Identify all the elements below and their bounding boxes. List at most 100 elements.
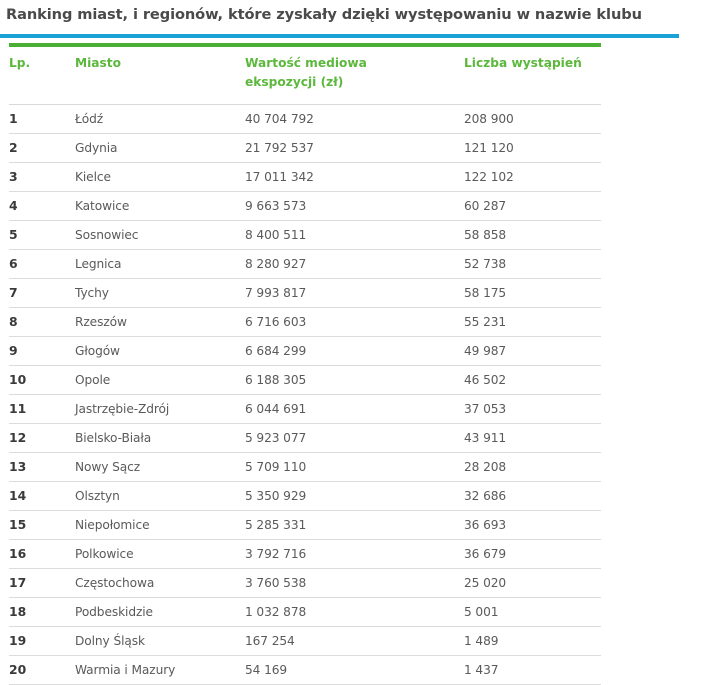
table-row: 6 Legnica 8 280 927 52 738 (9, 250, 601, 279)
rank-cell: 16 (9, 546, 27, 561)
header-count: Liczba wystąpień (464, 56, 582, 70)
table-row: 11 Jastrzębie-Zdrój 6 044 691 37 053 (9, 395, 601, 424)
value-cell: 3 760 538 (245, 576, 307, 590)
value-cell: 167 254 (245, 634, 295, 648)
rank-cell: 4 (9, 198, 18, 213)
value-cell: 5 709 110 (245, 460, 307, 474)
rank-cell: 8 (9, 314, 18, 329)
page-title: Ranking miast, i regionów, które zyskały… (6, 6, 642, 23)
city-cell: Głogów (75, 344, 120, 358)
count-cell: 46 502 (464, 373, 507, 387)
city-cell: Podbeskidzie (75, 605, 153, 619)
value-cell: 5 285 331 (245, 518, 307, 532)
count-cell: 208 900 (464, 112, 514, 126)
count-cell: 55 231 (464, 315, 507, 329)
table-row: 18 Podbeskidzie 1 032 878 5 001 (9, 598, 601, 627)
value-cell: 5 923 077 (245, 431, 307, 445)
rank-cell: 20 (9, 662, 27, 677)
table-header: Lp. Miasto Wartość mediowa ekspozycji (z… (9, 47, 601, 105)
table-row: 20 Warmia i Mazury 54 169 1 437 (9, 656, 601, 685)
rank-cell: 12 (9, 430, 27, 445)
rank-cell: 2 (9, 140, 18, 155)
city-cell: Katowice (75, 199, 130, 213)
city-cell: Nowy Sącz (75, 460, 141, 474)
count-cell: 36 679 (464, 547, 507, 561)
count-cell: 121 120 (464, 141, 514, 155)
header-value-line2: ekspozycji (zł) (245, 75, 344, 89)
rank-cell: 17 (9, 575, 27, 590)
table-row: 8 Rzeszów 6 716 603 55 231 (9, 308, 601, 337)
city-cell: Tychy (75, 286, 109, 300)
count-cell: 37 053 (464, 402, 507, 416)
table-row: 2 Gdynia 21 792 537 121 120 (9, 134, 601, 163)
city-cell: Niepołomice (75, 518, 150, 532)
city-cell: Opole (75, 373, 111, 387)
table-row: 9 Głogów 6 684 299 49 987 (9, 337, 601, 366)
table-row: 3 Kielce 17 011 342 122 102 (9, 163, 601, 192)
table-row: 7 Tychy 7 993 817 58 175 (9, 279, 601, 308)
value-cell: 3 792 716 (245, 547, 307, 561)
rank-cell: 15 (9, 517, 27, 532)
count-cell: 28 208 (464, 460, 507, 474)
count-cell: 49 987 (464, 344, 507, 358)
rank-cell: 1 (9, 111, 18, 126)
rank-cell: 19 (9, 633, 27, 648)
value-cell: 54 169 (245, 663, 288, 677)
count-cell: 32 686 (464, 489, 507, 503)
value-cell: 7 993 817 (245, 286, 307, 300)
header-lp: Lp. (9, 56, 31, 70)
table-row: 12 Bielsko-Biała 5 923 077 43 911 (9, 424, 601, 453)
count-cell: 36 693 (464, 518, 507, 532)
city-cell: Polkowice (75, 547, 134, 561)
ranking-table: Lp. Miasto Wartość mediowa ekspozycji (z… (9, 43, 601, 685)
rank-cell: 9 (9, 343, 18, 358)
table-body: 1 Łódź 40 704 792 208 900 2 Gdynia 21 792 537 1… (9, 105, 601, 685)
rank-cell: 13 (9, 459, 27, 474)
rank-cell: 18 (9, 604, 27, 619)
count-cell: 1 489 (464, 634, 499, 648)
value-cell: 6 188 305 (245, 373, 307, 387)
rank-cell: 6 (9, 256, 18, 271)
value-cell: 1 032 878 (245, 605, 307, 619)
value-cell: 8 280 927 (245, 257, 307, 271)
city-cell: Dolny Śląsk (75, 634, 145, 648)
table-row: 10 Opole 6 188 305 46 502 (9, 366, 601, 395)
city-cell: Sosnowiec (75, 228, 139, 242)
value-cell: 9 663 573 (245, 199, 307, 213)
city-cell: Bielsko-Biała (75, 431, 152, 445)
city-cell: Rzeszów (75, 315, 127, 329)
value-cell: 40 704 792 (245, 112, 314, 126)
count-cell: 43 911 (464, 431, 507, 445)
count-cell: 52 738 (464, 257, 507, 271)
table-row: 19 Dolny Śląsk 167 254 1 489 (9, 627, 601, 656)
rank-cell: 10 (9, 372, 27, 387)
header-value-line1: Wartość mediowa (245, 56, 367, 70)
rank-cell: 11 (9, 401, 27, 416)
rank-cell: 3 (9, 169, 18, 184)
table-row: 14 Olsztyn 5 350 929 32 686 (9, 482, 601, 511)
header-city: Miasto (75, 56, 121, 70)
city-cell: Jastrzębie-Zdrój (75, 402, 170, 416)
value-cell: 6 044 691 (245, 402, 307, 416)
header-value: Wartość mediowa ekspozycji (zł) (245, 54, 367, 92)
table-row: 15 Niepołomice 5 285 331 36 693 (9, 511, 601, 540)
table-row: 13 Nowy Sącz 5 709 110 28 208 (9, 453, 601, 482)
count-cell: 5 001 (464, 605, 499, 619)
title-divider (0, 34, 679, 38)
rank-cell: 7 (9, 285, 18, 300)
value-cell: 6 684 299 (245, 344, 307, 358)
table-row: 17 Częstochowa 3 760 538 25 020 (9, 569, 601, 598)
count-cell: 25 020 (464, 576, 507, 590)
value-cell: 6 716 603 (245, 315, 307, 329)
value-cell: 17 011 342 (245, 170, 314, 184)
count-cell: 58 858 (464, 228, 507, 242)
rank-cell: 5 (9, 227, 18, 242)
table-row: 1 Łódź 40 704 792 208 900 (9, 105, 601, 134)
city-cell: Gdynia (75, 141, 118, 155)
count-cell: 60 287 (464, 199, 507, 213)
table-row: 16 Polkowice 3 792 716 36 679 (9, 540, 601, 569)
count-cell: 1 437 (464, 663, 499, 677)
rank-cell: 14 (9, 488, 27, 503)
value-cell: 5 350 929 (245, 489, 307, 503)
count-cell: 58 175 (464, 286, 507, 300)
